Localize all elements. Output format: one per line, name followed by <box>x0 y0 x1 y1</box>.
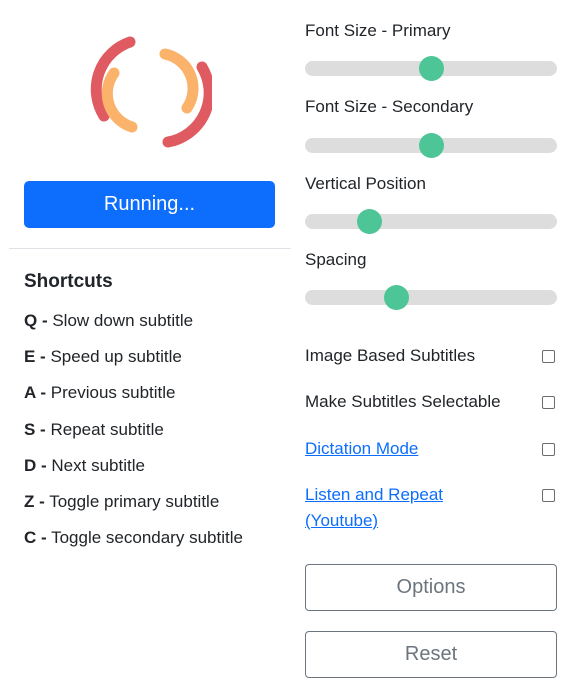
inner-right-arc <box>159 48 199 114</box>
shortcut-item-c: C - Toggle secondary subtitle <box>24 526 243 562</box>
shortcut-item-s: S - Repeat subtitle <box>24 418 243 454</box>
shortcut-desc: Slow down subtitle <box>47 311 194 330</box>
inner-left-arc <box>101 67 138 133</box>
font-size-secondary-label: Font Size - Secondary <box>305 97 474 116</box>
shortcuts-title: Shortcuts <box>24 271 113 292</box>
divider <box>9 248 291 249</box>
listen-and-repeat-line1[interactable]: Listen and Repeat <box>305 485 443 504</box>
font-size-primary-label: Font Size - Primary <box>305 21 451 40</box>
shortcut-key: S - <box>24 419 46 439</box>
shortcut-item-e: E - Speed up subtitle <box>24 345 243 381</box>
slider-thumb[interactable] <box>418 133 444 158</box>
image-based-subtitles-checkbox[interactable] <box>542 350 555 363</box>
spacing-slider[interactable] <box>305 285 557 310</box>
shortcut-desc: Repeat subtitle <box>45 419 164 439</box>
running-button[interactable]: Running... <box>24 181 275 228</box>
dictation-mode-link[interactable]: Dictation Mode <box>305 436 418 462</box>
font-size-primary-slider[interactable] <box>305 56 557 81</box>
spacing-label: Spacing <box>305 250 367 269</box>
shortcut-item-d: D - Next subtitle <box>24 454 243 490</box>
shortcut-key: Z - <box>24 491 45 511</box>
shortcut-desc: Previous subtitle <box>46 383 176 403</box>
dictation-mode-checkbox[interactable] <box>542 443 555 456</box>
image-based-subtitles-label: Image Based Subtitles <box>305 346 476 365</box>
slider-thumb[interactable] <box>418 56 444 81</box>
shortcut-key: E - <box>24 347 46 367</box>
left-panel: Running... Shortcuts Q - Slow down subti… <box>0 0 300 681</box>
font-size-secondary-slider[interactable] <box>305 133 557 158</box>
listen-and-repeat-checkbox[interactable] <box>542 489 555 502</box>
shortcut-list: Q - Slow down subtitle E - Speed up subt… <box>24 309 243 562</box>
shortcut-item-a: A - Previous subtitle <box>24 381 243 417</box>
shortcut-key: Q - <box>24 311 48 330</box>
make-subtitles-selectable-checkbox[interactable] <box>542 396 555 409</box>
slider-thumb[interactable] <box>357 209 383 234</box>
options-button[interactable]: Options <box>305 564 557 611</box>
shortcut-desc: Toggle primary subtitle <box>44 491 220 511</box>
settings-panel: Font Size - Primary Font Size - Secondar… <box>305 0 557 681</box>
slider-thumb[interactable] <box>384 285 410 310</box>
spinner-arcs-icon <box>90 36 212 148</box>
shortcut-item-z: Z - Toggle primary subtitle <box>24 490 243 526</box>
shortcut-item-q: Q - Slow down subtitle <box>24 309 243 345</box>
shortcut-key: D - <box>24 455 47 475</box>
listen-and-repeat-link[interactable]: Listen and Repeat (Youtube) <box>305 482 443 534</box>
reset-button[interactable]: Reset <box>305 631 557 678</box>
shortcut-desc: Next subtitle <box>46 455 145 475</box>
vertical-position-label: Vertical Position <box>305 174 426 193</box>
make-subtitles-selectable-label: Make Subtitles Selectable <box>305 392 501 411</box>
shortcut-desc: Toggle secondary subtitle <box>46 528 243 548</box>
vertical-position-slider[interactable] <box>305 209 557 234</box>
shortcut-key: A - <box>24 383 47 403</box>
shortcut-key: C - <box>24 528 47 548</box>
shortcut-desc: Speed up subtitle <box>45 347 182 367</box>
listen-and-repeat-line2[interactable]: (Youtube) <box>305 511 378 530</box>
